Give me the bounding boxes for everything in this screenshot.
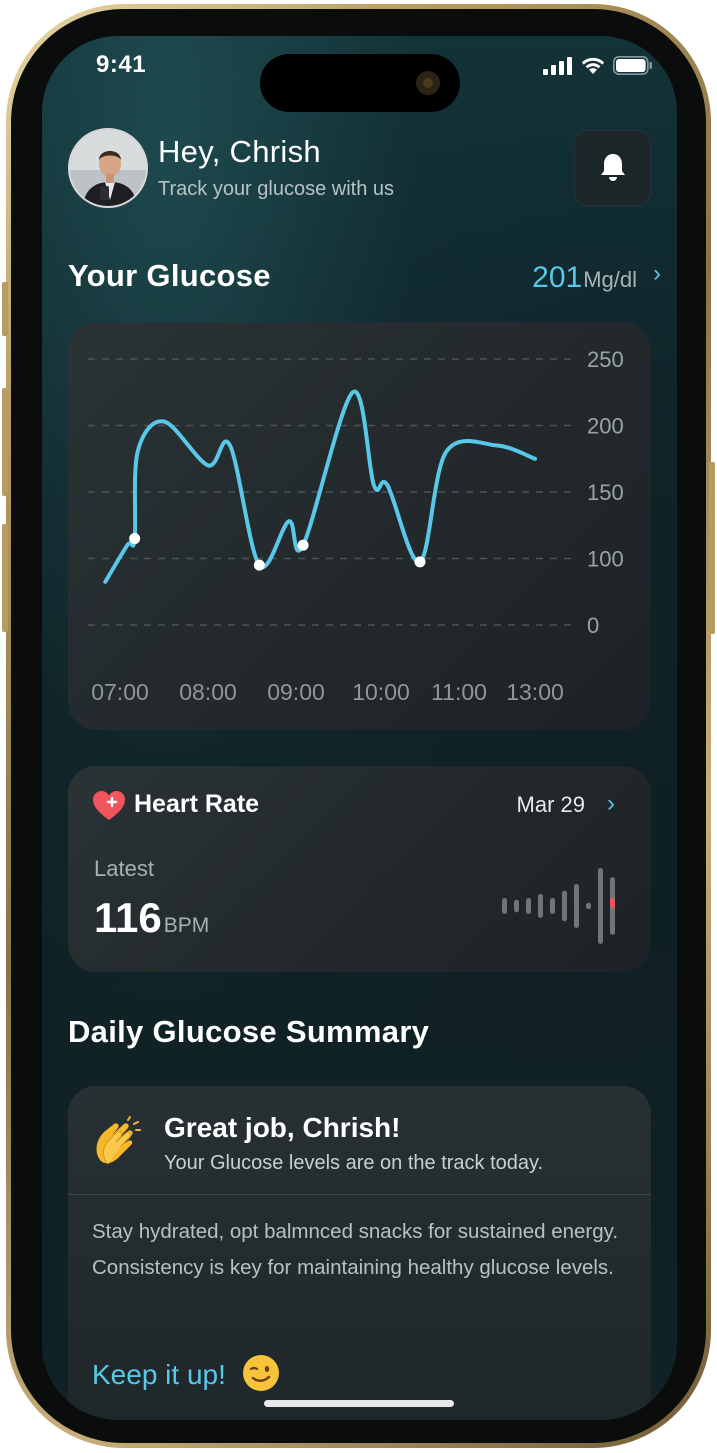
y-tick-label: 200 [587, 414, 624, 439]
wifi-icon [581, 57, 605, 74]
status-bar: 9:41 [42, 36, 677, 116]
volume-up-button [2, 388, 8, 496]
power-button [709, 462, 715, 634]
summary-cta-label: Keep it up! [92, 1359, 226, 1390]
heart-rate-bar [502, 898, 507, 914]
glucose-chart: 250 200 150 100 0 07:00 08:00 09:00 10:00 11:00 13… [88, 347, 624, 705]
heart-rate-card[interactable]: Heart Rate Mar 29 › Latest 116 BPM [68, 766, 651, 972]
y-tick-label: 150 [587, 480, 624, 505]
heart-rate-bar [562, 890, 567, 922]
summary-card: Great job, Chrish! Your Glucose levels a… [68, 1086, 651, 1420]
greeting: Hey, Chrish [158, 134, 321, 169]
heart-rate-bar [574, 884, 579, 928]
notifications-button[interactable] [574, 130, 651, 206]
summary-cta[interactable]: Keep it up! [92, 1354, 280, 1392]
summary-card-title: Great job, Chrish! [164, 1112, 401, 1143]
heart-rate-bar [514, 899, 519, 913]
summary-card-subtitle: Your Glucose levels are on the track tod… [164, 1152, 544, 1174]
home-indicator[interactable] [264, 1400, 454, 1407]
heart-reading: 116 BPM [94, 894, 209, 942]
heart-rate-title: Heart Rate [134, 790, 260, 818]
avatar-photo [70, 130, 146, 206]
x-tick-label: 08:00 [179, 679, 237, 705]
glucose-unit: Mg/dl [583, 267, 637, 292]
heart-latest-label: Latest [94, 856, 154, 881]
x-tick-label: 10:00 [352, 679, 410, 705]
heart-rate-bar [598, 868, 603, 944]
glucose-point-marker [129, 533, 141, 545]
clapping-hands-icon [96, 1116, 141, 1165]
y-tick-label: 0 [587, 613, 599, 638]
winking-face-icon [242, 1355, 279, 1391]
summary-divider [68, 1194, 651, 1195]
x-tick-label: 11:00 [431, 679, 487, 705]
heart-value: 116 [94, 894, 162, 941]
cellular-signal-icon [543, 56, 572, 75]
summary-body: Stay hydrated, opt balmnced snacks for s… [92, 1220, 619, 1279]
heart-icon [93, 791, 125, 820]
glucose-title: Your Glucose [68, 258, 271, 293]
x-tick-label: 13:00 [506, 679, 564, 705]
y-tick-label: 100 [587, 547, 624, 572]
glucose-chevron-icon[interactable]: › [653, 260, 661, 288]
y-tick-label: 250 [587, 347, 624, 372]
bell-icon [600, 154, 625, 181]
x-tick-label: 07:00 [91, 679, 149, 705]
heart-rate-bar [538, 894, 543, 918]
summary-title: Daily Glucose Summary [68, 1014, 430, 1049]
volume-down-button [2, 524, 8, 632]
heart-rate-bar [526, 898, 531, 914]
glucose-chart-card: 250 200 150 100 0 07:00 08:00 09:00 10:00 11:00 13… [68, 322, 651, 730]
dynamic-island [260, 54, 460, 112]
glucose-point-marker [414, 556, 426, 568]
glucose-point-marker [253, 559, 265, 571]
app-screen: 9:41 Hey, Chrish Track your glucose with… [42, 36, 677, 1420]
glucose-value: 201 [532, 261, 583, 294]
heart-rate-date: Mar 29 [516, 792, 585, 817]
glucose-point-marker [297, 539, 309, 551]
x-tick-label: 09:00 [267, 679, 325, 705]
heart-unit: BPM [163, 914, 210, 937]
heart-chevron-icon[interactable]: › [607, 790, 615, 818]
heart-mini-chart [502, 868, 615, 944]
heart-rate-latest-marker [610, 898, 615, 908]
glucose-series-line [103, 389, 537, 584]
avatar[interactable] [68, 128, 148, 208]
status-time: 9:41 [96, 51, 147, 78]
action-button [2, 282, 8, 336]
greeting-subtitle: Track your glucose with us [158, 178, 395, 200]
heart-rate-bar [550, 898, 555, 914]
glucose-reading[interactable]: 201 Mg/dl [532, 261, 637, 295]
heart-rate-bar [586, 902, 591, 910]
header: Hey, Chrish Track your glucose with us [68, 126, 651, 208]
camera-icon [416, 71, 440, 95]
battery-icon [613, 56, 652, 75]
